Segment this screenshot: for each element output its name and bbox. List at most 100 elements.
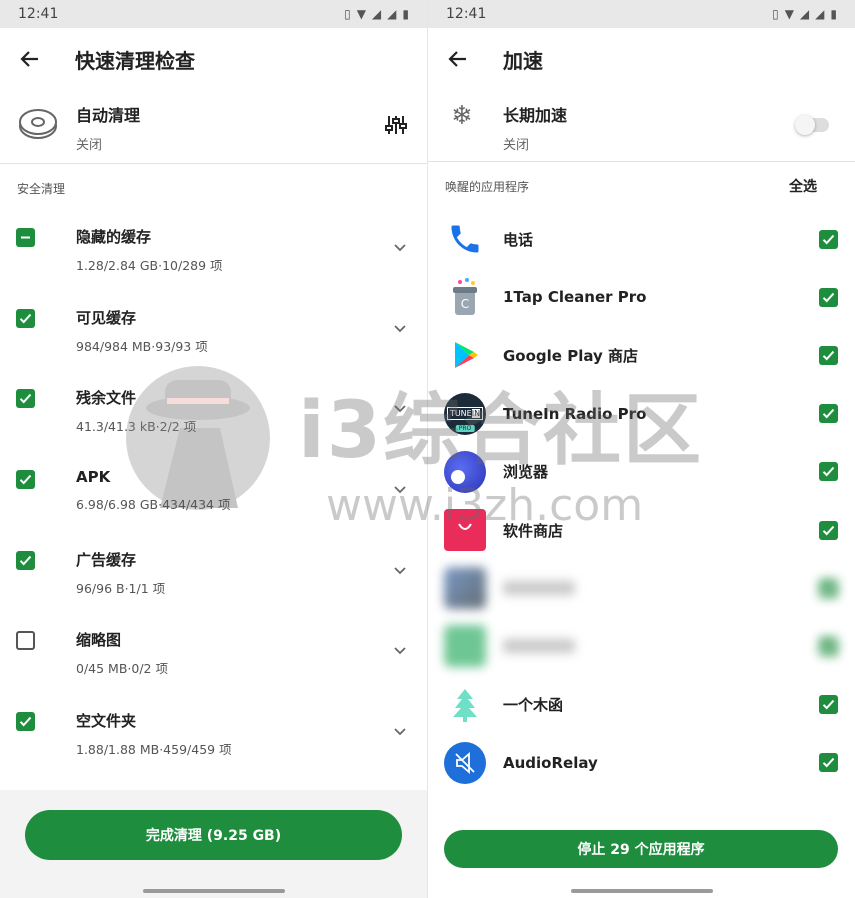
app-checkbox[interactable] <box>819 636 838 656</box>
clean-item[interactable]: APK 6.98/6.98 GB·434/434 项 <box>0 454 427 535</box>
auto-clean-state: 关闭 <box>76 138 103 153</box>
clean-item[interactable]: 广告缓存 96/96 B·1/1 项 <box>0 535 427 616</box>
status-time: 12:41 <box>18 6 59 22</box>
clean-item-title: 可见缓存 <box>76 308 137 327</box>
bottom-bar: 停止 29 个应用程序 <box>428 803 855 898</box>
app-row[interactable]: 一个木函 <box>428 676 855 734</box>
clean-item-size: 984/984 MB·93/93 项 <box>76 338 208 354</box>
app-checkbox[interactable] <box>819 345 838 365</box>
clean-item[interactable]: 隐藏的缓存 1.28/2.84 GB·10/289 项 <box>0 212 427 293</box>
chevron-down-icon[interactable] <box>393 482 407 496</box>
clean-item-title: 缩略图 <box>76 631 122 650</box>
app-row[interactable]: 浏览器 <box>428 443 855 501</box>
status-icons: ▯ ▼ ◢ ◢ ▮ <box>344 7 409 21</box>
check-icon <box>19 717 32 727</box>
disk-icon <box>18 104 58 144</box>
app-bar: 快速清理检查 <box>0 28 427 90</box>
clean-item-size: 1.28/2.84 GB·10/289 项 <box>76 258 223 273</box>
check-icon <box>822 583 835 594</box>
app-row[interactable]: 软件商店 <box>428 501 855 559</box>
app-row[interactable] <box>428 617 855 675</box>
clean-item-title: 残余文件 <box>76 389 137 408</box>
blurred-app-icon <box>444 567 486 610</box>
checkbox[interactable] <box>16 470 35 490</box>
wifi-icon: ▼ <box>784 7 794 21</box>
app-checkbox[interactable] <box>819 462 838 482</box>
app-row[interactable]: 电话 <box>428 210 855 268</box>
app-row[interactable]: TUNEIN PRO TuneIn Radio Pro <box>428 385 855 443</box>
app-row[interactable]: C 1Tap Cleaner Pro <box>428 268 855 326</box>
toggle-knob <box>795 115 815 135</box>
vibrate-icon: ▯ <box>344 7 351 21</box>
app-row[interactable]: Google Play 商店 <box>428 326 855 384</box>
chevron-down-icon[interactable] <box>393 401 407 415</box>
app-checkbox[interactable] <box>819 520 838 540</box>
back-button[interactable] <box>16 45 44 73</box>
app-checkbox[interactable] <box>819 229 838 249</box>
app-checkbox[interactable] <box>819 695 838 715</box>
app-bar: 加速 <box>428 28 855 90</box>
check-icon <box>822 467 835 477</box>
select-all-button[interactable]: 全选 <box>789 162 817 210</box>
play-store-icon <box>444 334 486 376</box>
long-boost-row[interactable]: ❄ 长期加速 关闭 <box>428 90 855 162</box>
checkbox[interactable] <box>16 712 35 732</box>
clean-item[interactable]: 缩略图 0/45 MB·0/2 项 <box>0 615 427 696</box>
browser-icon <box>444 450 486 493</box>
app-checkbox[interactable] <box>819 753 838 773</box>
status-bar: 12:41 ▯ ▼ ◢ ◢ ▮ <box>0 0 427 28</box>
app-name: AudioRelay <box>503 753 598 772</box>
long-boost-toggle[interactable] <box>795 115 829 135</box>
wifi-icon: ▼ <box>356 7 366 21</box>
checkbox[interactable] <box>16 228 35 247</box>
nav-handle <box>142 889 285 893</box>
app-checkbox[interactable] <box>819 404 838 424</box>
auto-clean-row[interactable]: 自动清理 关闭 <box>0 90 427 164</box>
finish-clean-button[interactable]: 完成清理 (9.25 GB) <box>25 810 402 860</box>
check-icon <box>19 313 32 324</box>
status-icons: ▯ ▼ ◢ ◢ ▮ <box>772 7 837 21</box>
arrow-left-icon <box>20 51 38 67</box>
check-icon <box>822 350 835 361</box>
auto-clean-title: 自动清理 <box>76 106 141 125</box>
clean-item-title: 广告缓存 <box>76 550 137 569</box>
checkbox[interactable] <box>16 389 35 409</box>
signal-icon: ◢ <box>815 7 825 21</box>
clean-item[interactable]: 残余文件 41.3/41.3 kB·2/2 项 <box>0 373 427 454</box>
app-checkbox[interactable] <box>819 578 838 598</box>
app-checkbox[interactable] <box>819 287 838 307</box>
chevron-down-icon[interactable] <box>393 563 407 577</box>
cleaner-icon: C <box>444 276 486 318</box>
tune-icon[interactable] <box>385 114 407 140</box>
checkbox[interactable] <box>16 550 35 570</box>
app-name: 1Tap Cleaner Pro <box>503 288 647 307</box>
clean-item[interactable]: 可见缓存 984/984 MB·93/93 项 <box>0 293 427 374</box>
back-button[interactable] <box>444 45 472 73</box>
app-name <box>503 639 575 654</box>
app-name: 电话 <box>503 230 534 249</box>
minus-icon <box>21 236 30 239</box>
check-icon <box>822 700 835 710</box>
checkbox[interactable] <box>16 308 35 328</box>
signal-icon: ◢ <box>371 7 382 21</box>
app-row[interactable] <box>428 559 855 617</box>
chevron-down-icon[interactable] <box>393 240 407 254</box>
battery-icon: ▮ <box>830 7 837 21</box>
snowflake-icon: ❄ <box>451 101 473 131</box>
clean-item-size: 41.3/41.3 kB·2/2 项 <box>76 419 197 435</box>
clean-item[interactable]: 空文件夹 1.88/1.88 MB·459/459 项 <box>0 696 427 777</box>
tree-icon <box>444 684 486 726</box>
quick-clean-screen: 12:41 ▯ ▼ ◢ ◢ ▮ 快速清理检查 自动清理 关闭 安全清理 隐藏的缓… <box>0 0 427 898</box>
chevron-down-icon[interactable] <box>393 643 407 657</box>
status-bar: 12:41 ▯ ▼ ◢ ◢ ▮ <box>428 0 855 28</box>
checkbox[interactable] <box>16 631 35 651</box>
check-icon <box>19 555 32 566</box>
app-row[interactable]: AudioRelay <box>428 734 855 792</box>
stop-apps-button[interactable]: 停止 29 个应用程序 <box>444 830 838 868</box>
arrow-left-icon <box>448 51 466 67</box>
store-icon <box>444 509 486 552</box>
check-icon <box>822 234 835 245</box>
chevron-down-icon[interactable] <box>393 724 407 738</box>
clean-list: 隐藏的缓存 1.28/2.84 GB·10/289 项可见缓存 984/984 MB… <box>0 212 427 777</box>
chevron-down-icon[interactable] <box>393 321 407 335</box>
